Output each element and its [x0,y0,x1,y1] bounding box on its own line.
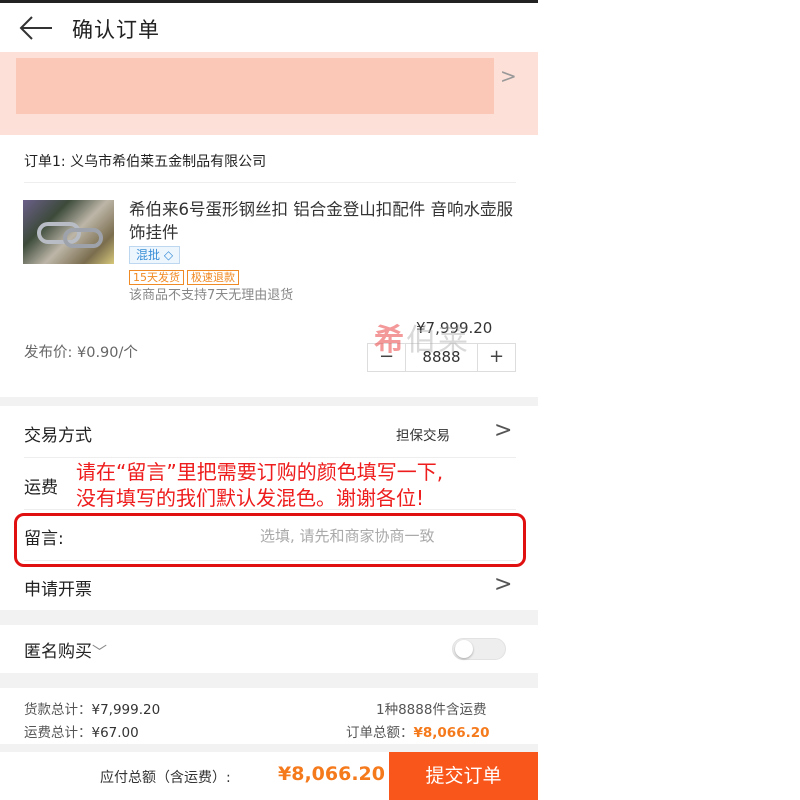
increase-button[interactable]: + [478,344,515,371]
carabiner-shape [63,228,103,248]
invoice-label[interactable]: 申请开票 [24,575,92,600]
divider [24,182,516,183]
goods-total-label: 货款总计： [24,702,92,718]
item-count: 1种8888件含运费 [376,702,487,718]
order-card: 订单1: 义乌市希伯莱五金制品有限公司 希伯来6号蛋形钢丝扣 铝合金登山扣配件 … [0,135,538,397]
annotation-line: 没有填写的我们默认发混色。谢谢各位! [76,486,425,510]
address-redacted [16,58,494,114]
anonymous-toggle[interactable] [452,638,506,660]
goods-total: 货款总计：¥7,999.20 [24,698,160,718]
supplier-name: 订单1: 义乌市希伯莱五金制品有限公司 [24,154,267,170]
anonymous-label-text: 匿名购买 [24,642,92,662]
order-total-value: ¥8,066.20 [413,725,490,741]
fast-refund-tag: 极速退款 [187,270,239,285]
trade-method-label: 交易方式 [24,426,92,446]
payable-amount: ¥8,066.20 [278,763,385,785]
chevron-right-icon: > [500,64,517,88]
anonymous-label[interactable]: 匿名购买﹀ [24,637,107,662]
divider [24,457,516,458]
goods-total-value: ¥7,999.20 [91,702,161,718]
mixed-batch-tag: 混批 ◇ [129,246,181,264]
trade-method-value[interactable]: 担保交易 [396,424,450,444]
color-instruction-annotation: 请在“留言”里把需要订购的颜色填写一下, 没有填写的我们默认发混色。谢谢各位! [76,459,796,511]
chevron-right-icon[interactable]: > [494,418,512,443]
service-tags: 15天发货 极速退款 [129,266,242,285]
toggle-knob [455,640,473,658]
order-total: 订单总额：¥8,066.20 [346,721,490,741]
checkout-bar: 应付总额（含运费）: ¥8,066.20 提交订单 [0,752,538,800]
address-banner[interactable]: > [0,52,538,135]
shipping-total: 运费总计：¥67.00 [24,721,139,741]
order-summary: 货款总计：¥7,999.20 运费总计：¥67.00 1种8888件含运费 订单… [0,688,538,744]
chevron-right-icon[interactable]: > [494,572,512,597]
product-title[interactable]: 希伯来6号蛋形钢丝扣 铝合金登山扣配件 音响水壶服饰挂件 [129,198,519,244]
page-title: 确认订单 [72,18,160,42]
no-return-notice: 该商品不支持7天无理由退货 [129,288,294,303]
annotation-line: 请在“留言”里把需要订购的颜色填写一下, [76,460,444,484]
shipping-total-label: 运费总计： [24,725,92,741]
message-highlight-box [14,513,526,567]
chevron-down-icon: ﹀ [92,643,108,661]
watermark-rest: 伯莱 [406,323,470,358]
shipping-label: 运费 [24,478,58,498]
brand-watermark: 希伯莱 [374,315,470,359]
release-price: 发布价: ¥0.90/个 [24,345,138,361]
ship-time-tag: 15天发货 [129,270,184,285]
submit-order-button[interactable]: 提交订单 [389,752,538,800]
product-thumbnail[interactable] [23,200,114,264]
payable-label: 应付总额（含运费）: [100,770,231,786]
back-arrow-icon[interactable] [18,13,54,43]
order-total-label: 订单总额： [346,725,414,741]
watermark-main: 希 [374,323,406,358]
top-navigation-bar: 确认订单 [0,0,538,52]
shipping-total-value: ¥67.00 [91,725,139,741]
anonymous-purchase-row: 匿名购买﹀ [0,625,538,673]
order-confirm-screen: 确认订单 > 订单1: 义乌市希伯莱五金制品有限公司 希伯来6号蛋形钢丝扣 铝合… [0,0,538,800]
